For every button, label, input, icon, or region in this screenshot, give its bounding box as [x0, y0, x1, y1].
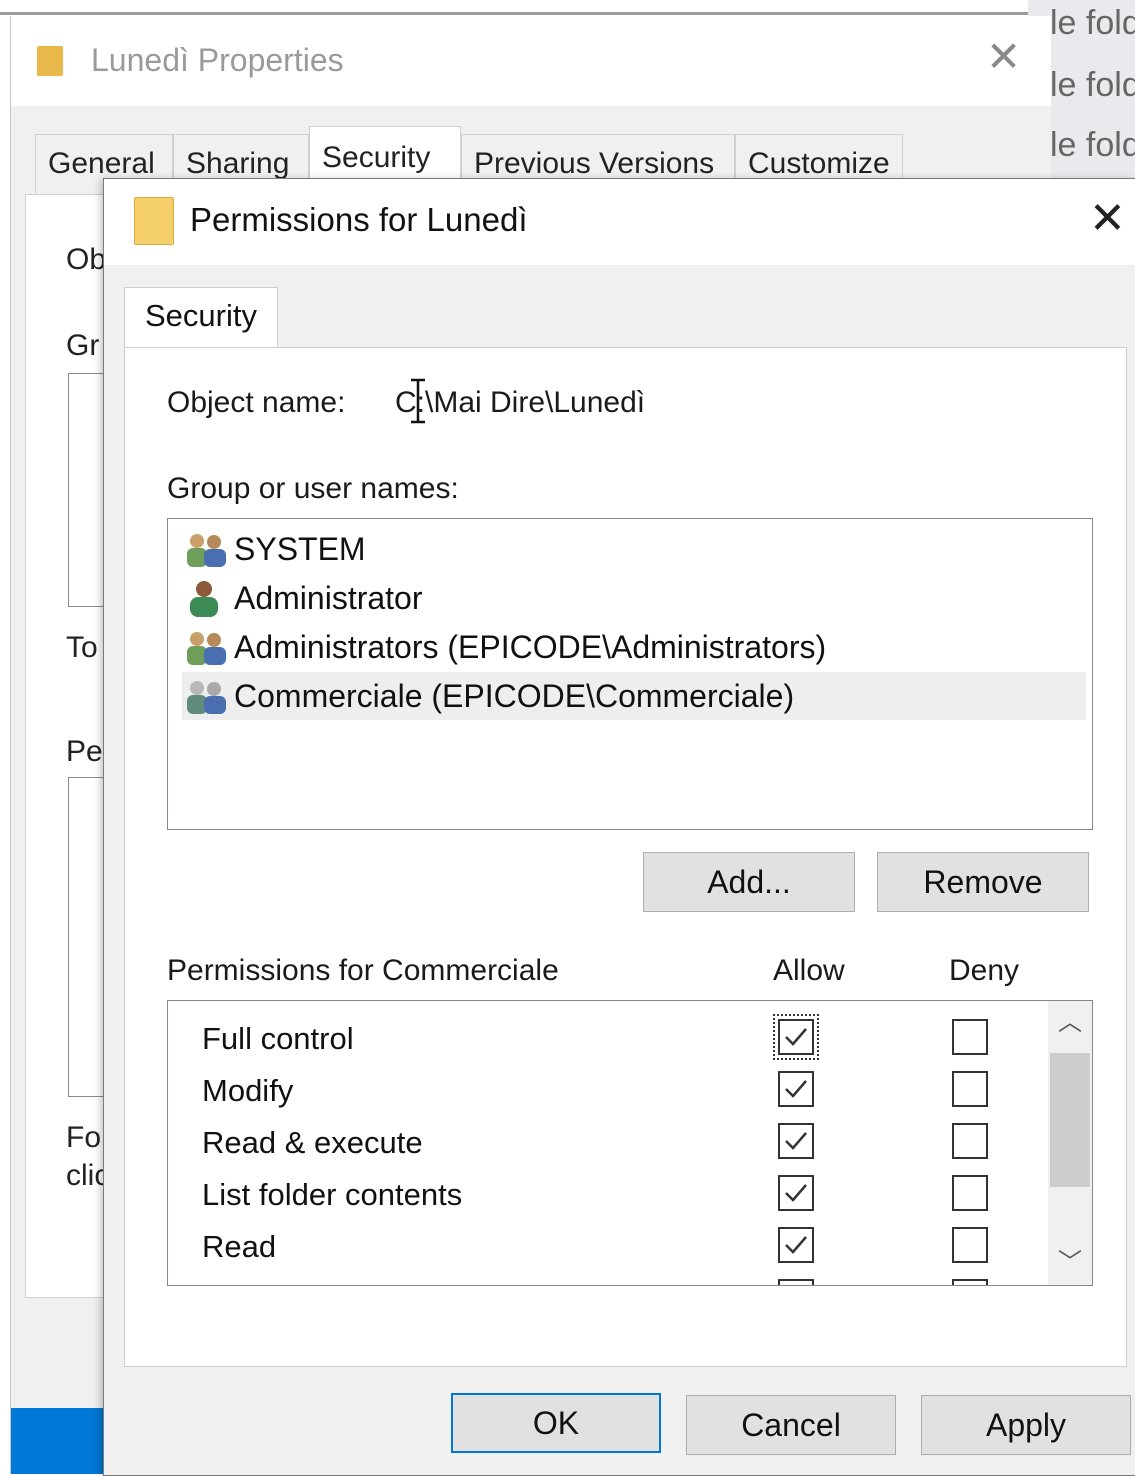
- apply-button[interactable]: Apply: [921, 1395, 1131, 1455]
- permission-row-partial: [168, 1273, 1038, 1285]
- permission-row-modify: Modify: [168, 1065, 1038, 1117]
- permission-name: Read & execute: [202, 1125, 423, 1160]
- deny-checkbox-read[interactable]: [952, 1227, 988, 1263]
- group-icon: [187, 632, 226, 665]
- dialog-title: Permissions for Lunedì: [190, 201, 528, 238]
- peek-label: Fo: [66, 1121, 102, 1154]
- permission-name: Full control: [202, 1021, 354, 1056]
- scrollbar-thumb[interactable]: [1050, 1053, 1090, 1187]
- peek-label: Gr: [66, 329, 100, 362]
- permission-row-list-folder-contents: List folder contents: [168, 1169, 1038, 1221]
- tab-security[interactable]: Security: [124, 287, 278, 349]
- security-panel: Object name: C:\Mai Dire\Lunedì Group or…: [124, 347, 1127, 1367]
- deny-checkbox-modify[interactable]: [952, 1071, 988, 1107]
- properties-title: Lunedì Properties: [91, 42, 344, 78]
- permissions-scrollbar[interactable]: ︿ ﹀: [1048, 1001, 1092, 1285]
- folder-icon: [37, 46, 63, 76]
- taskbar-fragment: [11, 1408, 111, 1474]
- allow-checkbox-list-folder-contents[interactable]: [778, 1175, 814, 1211]
- allow-checkbox-read-execute[interactable]: [778, 1123, 814, 1159]
- ok-button[interactable]: OK: [451, 1393, 661, 1453]
- explorer-row: le fold: [1050, 4, 1135, 42]
- cancel-button[interactable]: Cancel: [686, 1395, 896, 1455]
- deny-checkbox-read-execute[interactable]: [952, 1123, 988, 1159]
- deny-checkbox-partial[interactable]: [952, 1279, 988, 1285]
- properties-titlebar: Lunedì Properties ✕: [11, 16, 1051, 106]
- peek-label: To: [66, 631, 98, 664]
- close-icon[interactable]: ✕: [986, 36, 1021, 78]
- permissions-dialog: Permissions for Lunedì ✕ Security Object…: [103, 178, 1135, 1476]
- user-list[interactable]: SYSTEM Administrator Administrators (EPI…: [167, 518, 1093, 830]
- user-label: SYSTEM: [234, 531, 366, 567]
- user-row-system[interactable]: SYSTEM: [182, 525, 1086, 573]
- explorer-row: le fold: [1050, 66, 1135, 104]
- permissions-titlebar: Permissions for Lunedì ✕: [104, 179, 1135, 265]
- group-names-label: Group or user names:: [167, 472, 459, 505]
- allow-header: Allow: [773, 954, 845, 987]
- deny-header: Deny: [949, 954, 1020, 987]
- add-button[interactable]: Add...: [643, 852, 855, 912]
- permission-row-read: Read: [168, 1221, 1038, 1273]
- group-icon: [187, 534, 226, 567]
- object-name-label: Object name:: [167, 386, 346, 419]
- peek-label: Ob: [66, 243, 107, 276]
- permission-name: Modify: [202, 1073, 294, 1108]
- deny-checkbox-full-control[interactable]: [952, 1019, 988, 1055]
- peek-label: Pe: [66, 735, 103, 768]
- explorer-row: le fold: [1050, 126, 1135, 164]
- text-cursor-icon: [411, 378, 425, 424]
- user-label: Administrators (EPICODE\Administrators): [234, 629, 827, 665]
- user-row-commerciale[interactable]: Commerciale (EPICODE\Commerciale): [182, 672, 1086, 720]
- check-icon: [785, 1028, 807, 1046]
- permission-row-full-control: Full control: [168, 1013, 1038, 1065]
- check-icon: [785, 1236, 807, 1254]
- folder-icon: [134, 197, 174, 245]
- allow-checkbox-partial[interactable]: [778, 1279, 814, 1285]
- allow-checkbox-full-control[interactable]: [773, 1014, 819, 1060]
- permission-row-read-execute: Read & execute: [168, 1117, 1038, 1169]
- permissions-for-label: Permissions for Commerciale: [167, 954, 559, 987]
- user-icon: [190, 581, 218, 617]
- background-window-edge: [0, 12, 1030, 15]
- allow-checkbox-read[interactable]: [778, 1227, 814, 1263]
- object-name-value[interactable]: C:\Mai Dire\Lunedì: [395, 386, 645, 420]
- user-label: Administrator: [234, 580, 423, 616]
- allow-checkbox-modify[interactable]: [778, 1071, 814, 1107]
- permissions-list: Full control Modify Read & execute List …: [167, 1000, 1093, 1286]
- remove-button[interactable]: Remove: [877, 852, 1089, 912]
- close-button[interactable]: ✕: [1089, 197, 1126, 241]
- user-row-administrator[interactable]: Administrator: [182, 574, 1086, 622]
- user-row-administrators[interactable]: Administrators (EPICODE\Administrators): [182, 623, 1086, 671]
- group-icon: [187, 681, 226, 714]
- permission-name: List folder contents: [202, 1177, 463, 1212]
- deny-checkbox-list-folder-contents[interactable]: [952, 1175, 988, 1211]
- scroll-up-icon[interactable]: ︿: [1048, 1001, 1092, 1045]
- check-icon: [785, 1080, 807, 1098]
- check-icon: [785, 1132, 807, 1150]
- check-icon: [785, 1184, 807, 1202]
- user-label: Commerciale (EPICODE\Commerciale): [234, 678, 795, 714]
- scroll-down-icon[interactable]: ﹀: [1048, 1241, 1092, 1285]
- permission-name: Read: [202, 1229, 277, 1264]
